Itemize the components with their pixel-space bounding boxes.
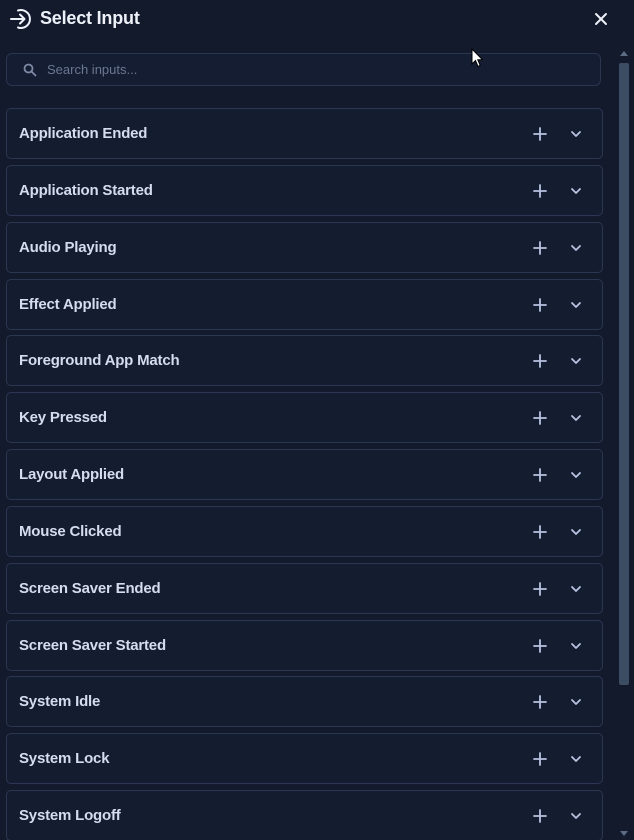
list-item-label: System Idle bbox=[19, 693, 101, 711]
plus-icon[interactable] bbox=[532, 751, 548, 767]
list-item-label: Application Started bbox=[19, 181, 153, 199]
search-input[interactable] bbox=[47, 54, 587, 85]
list-item-label: Foreground App Match bbox=[19, 352, 180, 370]
list-item-label: Application Ended bbox=[19, 125, 148, 142]
list-item-label: Audio Playing bbox=[19, 238, 117, 256]
chevron-down-icon[interactable] bbox=[569, 468, 583, 482]
plus-icon[interactable] bbox=[532, 467, 548, 483]
plus-icon[interactable] bbox=[532, 183, 548, 199]
list-item-label: Layout Applied bbox=[19, 466, 124, 484]
chevron-down-icon[interactable] bbox=[569, 184, 583, 198]
select-input-panel: Select Input Application EndedApplicatio… bbox=[0, 0, 634, 840]
list-item[interactable]: Key Pressed bbox=[6, 392, 603, 444]
list-item[interactable]: Screen Saver Ended bbox=[6, 562, 603, 614]
plus-icon[interactable] bbox=[532, 240, 548, 256]
close-icon[interactable] bbox=[589, 7, 613, 31]
list-item[interactable]: Layout Applied bbox=[6, 449, 603, 501]
list-item-label: Screen Saver Ended bbox=[19, 579, 161, 597]
list-item[interactable]: Screen Saver Started bbox=[6, 619, 603, 671]
chevron-down-icon[interactable] bbox=[569, 639, 583, 653]
scroll-down-arrow-icon[interactable] bbox=[620, 831, 628, 837]
plus-icon[interactable] bbox=[532, 694, 548, 710]
plus-icon[interactable] bbox=[532, 808, 548, 824]
list-item-label: Mouse Clicked bbox=[19, 522, 122, 540]
list-item-label: System Logoff bbox=[19, 807, 121, 825]
list-item[interactable]: Audio Playing bbox=[6, 221, 603, 273]
chevron-down-icon[interactable] bbox=[569, 127, 583, 141]
login-arrow-icon bbox=[10, 9, 31, 29]
chevron-down-icon[interactable] bbox=[569, 525, 583, 539]
list-item-label: System Lock bbox=[19, 750, 110, 768]
plus-icon[interactable] bbox=[532, 638, 548, 654]
plus-icon[interactable] bbox=[532, 353, 548, 369]
list-item[interactable]: Mouse Clicked bbox=[6, 505, 603, 557]
plus-icon[interactable] bbox=[532, 524, 548, 540]
input-list: Application Ended Application Started Audi… bbox=[6, 108, 603, 840]
mouse-cursor-icon bbox=[471, 48, 483, 68]
panel-header: Select Input bbox=[0, 0, 634, 40]
list-item[interactable]: Foreground App Match bbox=[6, 335, 603, 387]
chevron-down-icon[interactable] bbox=[569, 809, 583, 823]
page-title: Select Input bbox=[40, 8, 140, 28]
scrollbar-thumb[interactable] bbox=[619, 63, 629, 685]
chevron-down-icon[interactable] bbox=[569, 354, 583, 368]
chevron-down-icon[interactable] bbox=[569, 241, 583, 255]
list-item[interactable]: Application Ended bbox=[6, 108, 603, 159]
list-item[interactable]: System Logoff bbox=[6, 790, 603, 840]
chevron-down-icon[interactable] bbox=[569, 298, 583, 312]
list-item[interactable]: Effect Applied bbox=[6, 278, 603, 330]
plus-icon[interactable] bbox=[532, 581, 548, 597]
list-item[interactable]: Application Started bbox=[6, 164, 603, 216]
chevron-down-icon[interactable] bbox=[569, 752, 583, 766]
search-icon bbox=[23, 63, 37, 77]
chevron-down-icon[interactable] bbox=[569, 695, 583, 709]
list-item[interactable]: System Idle bbox=[6, 676, 603, 728]
chevron-down-icon[interactable] bbox=[569, 411, 583, 425]
chevron-down-icon[interactable] bbox=[569, 582, 583, 596]
plus-icon[interactable] bbox=[532, 410, 548, 426]
search-box bbox=[6, 53, 601, 86]
plus-icon[interactable] bbox=[532, 297, 548, 313]
plus-icon[interactable] bbox=[532, 126, 548, 142]
scroll-up-arrow-icon[interactable] bbox=[620, 50, 628, 56]
list-item-label: Key Pressed bbox=[19, 409, 107, 427]
list-item-label: Screen Saver Started bbox=[19, 636, 166, 654]
list-item[interactable]: System Lock bbox=[6, 733, 603, 785]
list-item-label: Effect Applied bbox=[19, 295, 117, 313]
